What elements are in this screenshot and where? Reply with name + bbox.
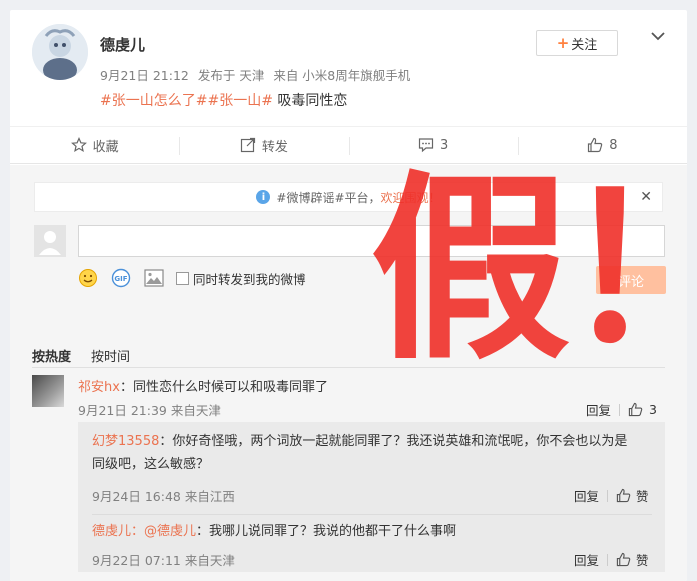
reply-actions: 回复 赞 (574, 550, 649, 569)
comment-like-count: 3 (649, 402, 657, 417)
post-text: 吸毒同性恋 (277, 93, 348, 109)
send-comment-button[interactable]: 评论 (596, 266, 666, 294)
info-icon: i (256, 190, 271, 204)
follow-label: 关注 (571, 37, 598, 53)
tab-sort-time[interactable]: 按时间 (91, 346, 130, 365)
close-icon[interactable]: ✕ (640, 189, 652, 205)
sync-repost-label[interactable]: 同时转发到我的微博 (193, 269, 306, 288)
follow-button[interactable]: + 关注 (536, 30, 618, 56)
comment-reply-button[interactable]: 回复 (586, 400, 611, 419)
comment-count: 3 (439, 137, 449, 153)
favorite-label: 收藏 (92, 139, 119, 155)
reply-source: 来自江西 (184, 489, 235, 504)
default-avatar-icon (34, 225, 66, 257)
reply-time: 9月22日 07:11 (92, 553, 181, 568)
divider (92, 514, 652, 515)
post-time[interactable]: 9月21日 21:12 (100, 68, 189, 83)
comment-icon (418, 138, 434, 153)
reply-meta: 9月22日 07:11 来自天津 (92, 550, 235, 569)
comment-input[interactable] (78, 225, 665, 257)
current-user-avatar (34, 225, 66, 257)
tab-sort-hot[interactable]: 按热度 (32, 346, 71, 365)
weibo-post-card: 德虔儿 9月21日 21:12 发布于 天津 来自 小米8周年旗舰手机 #张一山… (10, 10, 687, 581)
thumbs-up-icon[interactable] (628, 402, 643, 417)
post-location: 发布于 天津 (197, 68, 265, 83)
comment-source: 来自天津 (170, 403, 221, 418)
divider (607, 489, 609, 502)
reply-time: 9月24日 16:48 (92, 489, 181, 504)
repost-button[interactable]: 转发 (179, 127, 348, 163)
repost-label: 转发 (261, 139, 288, 155)
list-item: 德虔儿：@德虔儿：我哪儿说同罪了？我说的他都干了什么事啊 (92, 520, 456, 543)
avatar-illustration-icon (32, 24, 88, 80)
reply-like-label: 赞 (636, 553, 649, 568)
rumor-notice-bar: i #微博辟谣#平台， 欢迎围观！ ✕ (34, 182, 663, 212)
reply-reply-button[interactable]: 回复 (574, 550, 599, 569)
commenter-name[interactable]: 祁安hx (78, 380, 120, 395)
divider (32, 367, 665, 368)
comment-section: i #微博辟谣#平台， 欢迎围观！ ✕ GIF 同时转发到我的微博 评论 按热度… (10, 165, 687, 581)
reply-meta: 9月24日 16:48 来自江西 (92, 486, 235, 505)
reply-source: 来自天津 (184, 553, 235, 568)
reply-mention[interactable]: ：@德虔儿 (131, 524, 196, 539)
post-source[interactable]: 来自 小米8周年旗舰手机 (273, 68, 410, 83)
comment-meta: 9月21日 21:39 来自天津 (78, 400, 221, 419)
emoji-icon[interactable] (78, 268, 98, 288)
post-content: #张一山怎么了##张一山# 吸毒同性恋 (100, 90, 347, 110)
reply-reply-button[interactable]: 回复 (574, 486, 599, 505)
chevron-down-icon[interactable] (650, 28, 666, 44)
comment-sort-tabs: 按热度 按时间 (32, 346, 150, 365)
reply-user-name[interactable]: 幻梦13558 (92, 434, 159, 449)
divider (607, 553, 609, 566)
post-action-bar: 收藏 转发 3 8 (10, 126, 687, 164)
post-meta: 9月21日 21:12 发布于 天津 来自 小米8周年旗舰手机 (100, 65, 415, 84)
notice-highlight[interactable]: 欢迎围观！ (381, 189, 441, 206)
author-name[interactable]: 德虔儿 (100, 34, 145, 55)
like-button[interactable]: 8 (517, 127, 687, 163)
comment-time: 9月21日 21:39 (78, 403, 167, 418)
comment-actions: 回复 3 (586, 400, 657, 419)
repost-icon (240, 137, 255, 153)
star-icon (70, 137, 87, 153)
like-count: 8 (609, 137, 618, 153)
comment-body: 祁安hx：同性恋什么时候可以和吸毒同罪了 (78, 376, 328, 395)
reply-text: ：你好奇怪哦，两个词放一起就能同罪了？我还说英雄和流氓呢，你不会也以为是 (159, 434, 628, 449)
topic-link[interactable]: #张一山怎么了# (100, 93, 207, 109)
reply-user-name[interactable]: 德虔儿 (92, 524, 131, 539)
gif-icon[interactable]: GIF (110, 268, 132, 288)
reply-actions: 回复 赞 (574, 486, 649, 505)
plus-icon: + (556, 34, 570, 52)
composer-toolbar: GIF 同时转发到我的微博 (78, 268, 306, 288)
thumbs-up-icon[interactable] (616, 488, 631, 503)
reply-list: 幻梦13558：你好奇怪哦，两个词放一起就能同罪了？我还说英雄和流氓呢，你不会也… (78, 422, 665, 572)
thumbs-up-icon (588, 137, 603, 153)
reply-like-label: 赞 (636, 489, 649, 504)
list-item: 幻梦13558：你好奇怪哦，两个词放一起就能同罪了？我还说英雄和流氓呢，你不会也… (92, 430, 627, 476)
topic-link[interactable]: #张一山# (207, 93, 272, 109)
author-avatar[interactable] (32, 24, 88, 80)
svg-text:GIF: GIF (114, 275, 127, 283)
comment-text: ：同性恋什么时候可以和吸毒同罪了 (119, 380, 328, 395)
notice-text: #微博辟谣#平台， (276, 190, 381, 205)
commenter-avatar[interactable] (32, 375, 64, 407)
divider (619, 403, 621, 416)
reply-text: ：我哪儿说同罪了？我说的他都干了什么事啊 (196, 524, 457, 539)
reply-text: 同级吧，这么敏感？ (92, 457, 210, 472)
comment-button[interactable]: 3 (348, 127, 518, 163)
sync-repost-checkbox[interactable] (176, 271, 189, 285)
favorite-button[interactable]: 收藏 (10, 127, 179, 163)
thumbs-up-icon[interactable] (616, 552, 631, 567)
image-icon[interactable] (144, 269, 164, 287)
